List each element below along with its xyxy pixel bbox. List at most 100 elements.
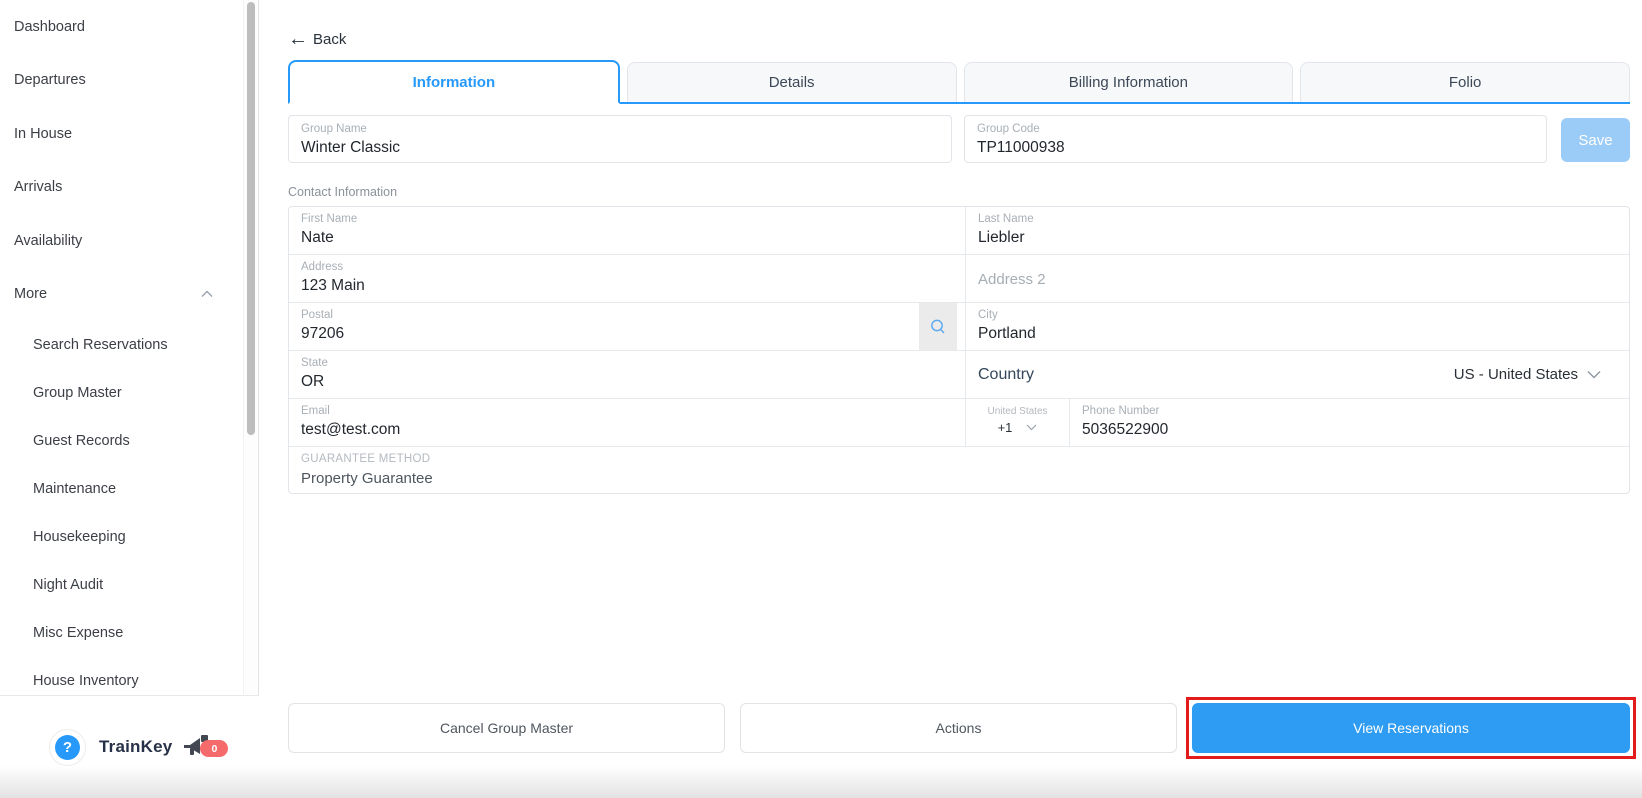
- group-code-field[interactable]: Group Code TP11000938: [964, 115, 1547, 163]
- sidebar-item-maintenance[interactable]: Maintenance: [0, 465, 243, 513]
- phone-country-select[interactable]: United States +1: [966, 399, 1070, 446]
- help-button[interactable]: ?: [49, 728, 86, 766]
- sidebar-item-label: Dashboard: [14, 18, 85, 35]
- state-field[interactable]: State OR: [289, 351, 966, 398]
- sidebar-item-in-house[interactable]: In House: [0, 107, 243, 161]
- tab-label: Folio: [1448, 74, 1482, 91]
- guarantee-method-value: Property Guarantee: [301, 470, 433, 487]
- last-name-value: Liebler: [978, 229, 1025, 246]
- sidebar-item-night-audit[interactable]: Night Audit: [0, 561, 243, 609]
- sidebar-item-label: Availability: [14, 232, 83, 249]
- address2-placeholder: Address 2: [978, 271, 1046, 288]
- country-select[interactable]: Country US - United States: [966, 351, 1629, 398]
- table-row: GUARANTEE METHOD Property Guarantee: [289, 447, 1629, 493]
- sidebar-scrollbar-track[interactable]: [243, 0, 257, 694]
- sidebar-item-label: Guest Records: [33, 433, 130, 449]
- sidebar-item-label: Maintenance: [33, 481, 117, 497]
- sidebar-item-label: House Inventory: [33, 673, 139, 689]
- table-row: First Name Nate Last Name Liebler: [289, 207, 1629, 255]
- sidebar-item-housekeeping[interactable]: Housekeeping: [0, 513, 243, 561]
- sidebar-item-label: Departures: [14, 72, 86, 89]
- notification-badge: 0: [200, 740, 229, 757]
- contact-information-panel: First Name Nate Last Name Liebler Addres…: [288, 206, 1630, 494]
- postal-lookup-button[interactable]: [919, 303, 957, 350]
- group-code-label: Group Code: [977, 123, 1040, 135]
- table-row: State OR Country US - United States: [289, 351, 1629, 399]
- phone-number-value: 5036522900: [1082, 421, 1169, 438]
- address2-field[interactable]: Address 2: [966, 255, 1629, 302]
- back-button[interactable]: ← Back: [288, 28, 347, 50]
- first-name-value: Nate: [301, 229, 334, 246]
- table-row: Address 123 Main Address 2: [289, 255, 1629, 303]
- sidebar-footer: ? TrainKey 0: [0, 695, 259, 798]
- table-row: Postal 97206 City Portland: [289, 303, 1629, 351]
- actions-button[interactable]: Actions: [740, 703, 1177, 753]
- guarantee-method-label: GUARANTEE METHOD: [301, 453, 431, 465]
- postal-value: 97206: [301, 325, 345, 342]
- first-name-field[interactable]: First Name Nate: [289, 207, 966, 254]
- sidebar-item-more[interactable]: More: [0, 268, 243, 322]
- contact-information-heading: Contact Information: [288, 185, 398, 199]
- tab-information[interactable]: Information: [288, 60, 620, 104]
- phone-number-field[interactable]: Phone Number 5036522900: [1070, 399, 1629, 446]
- group-name-label: Group Name: [301, 123, 367, 135]
- search-icon: [931, 319, 945, 333]
- phone-group: United States +1 Phone Number 5036522900: [966, 399, 1629, 446]
- address-label: Address: [301, 261, 344, 273]
- chevron-down-icon: [1026, 424, 1037, 431]
- state-value: OR: [301, 373, 325, 390]
- sidebar-item-group-master[interactable]: Group Master: [0, 369, 243, 417]
- group-code-value: TP11000938: [977, 139, 1065, 156]
- chevron-down-icon: [1587, 371, 1601, 379]
- first-name-label: First Name: [301, 213, 358, 225]
- arrow-left-icon: ←: [288, 28, 308, 50]
- sidebar-item-availability[interactable]: Availability: [0, 214, 243, 268]
- table-row: Email test@test.com United States +1 Pho…: [289, 399, 1629, 447]
- city-value: Portland: [978, 325, 1036, 342]
- group-name-field[interactable]: Group Name Winter Classic: [288, 115, 952, 163]
- sidebar-item-arrivals[interactable]: Arrivals: [0, 161, 243, 215]
- tab-label: Details: [768, 74, 815, 91]
- announcements-button[interactable]: 0: [182, 733, 229, 761]
- email-field[interactable]: Email test@test.com: [289, 399, 966, 446]
- trainkey-brand: TrainKey: [99, 737, 173, 756]
- sidebar-scrollbar-thumb[interactable]: [247, 2, 255, 435]
- sidebar-item-label: Group Master: [33, 385, 122, 401]
- sidebar-item-label: In House: [14, 125, 73, 142]
- phone-country-label: United States: [987, 406, 1048, 417]
- phone-country-code: +1: [997, 420, 1013, 435]
- phone-number-label: Phone Number: [1082, 405, 1160, 417]
- view-reservations-button[interactable]: View Reservations: [1192, 703, 1630, 753]
- country-label: Country: [978, 365, 1035, 383]
- tab-billing-information[interactable]: Billing Information: [963, 62, 1294, 102]
- sidebar-item-label: Misc Expense: [33, 625, 124, 641]
- postal-label: Postal: [301, 309, 333, 321]
- cancel-group-master-button[interactable]: Cancel Group Master: [288, 703, 725, 753]
- postal-field[interactable]: Postal 97206: [289, 303, 966, 350]
- main-content: ← Back Information Details Billing Infor…: [260, 0, 1642, 798]
- group-name-value: Winter Classic: [301, 139, 401, 156]
- sidebar-item-label: Arrivals: [14, 179, 63, 196]
- sidebar-item-dashboard[interactable]: Dashboard: [0, 0, 243, 54]
- address-value: 123 Main: [301, 277, 365, 294]
- back-label: Back: [313, 30, 347, 48]
- country-value: US - United States: [1453, 366, 1578, 383]
- sidebar-item-search-reservations[interactable]: Search Reservations: [0, 321, 243, 369]
- sidebar-item-house-inventory[interactable]: House Inventory: [0, 657, 243, 695]
- sidebar-item-departures[interactable]: Departures: [0, 54, 243, 108]
- sidebar-item-label: Housekeeping: [33, 529, 126, 545]
- tab-folio[interactable]: Folio: [1300, 62, 1630, 102]
- sidebar-item-label: Search Reservations: [33, 337, 168, 353]
- address-field[interactable]: Address 123 Main: [289, 255, 966, 302]
- sidebar-item-guest-records[interactable]: Guest Records: [0, 417, 243, 465]
- guarantee-method-field[interactable]: GUARANTEE METHOD Property Guarantee: [289, 447, 1629, 493]
- sidebar-item-label: More: [14, 286, 48, 303]
- tab-label: Billing Information: [1068, 74, 1188, 91]
- question-mark-icon: ?: [55, 734, 80, 760]
- last-name-field[interactable]: Last Name Liebler: [966, 207, 1629, 254]
- tab-details[interactable]: Details: [626, 62, 957, 102]
- last-name-label: Last Name: [978, 213, 1034, 225]
- save-button[interactable]: Save: [1561, 118, 1630, 162]
- city-field[interactable]: City Portland: [966, 303, 1629, 350]
- sidebar-item-misc-expense[interactable]: Misc Expense: [0, 609, 243, 657]
